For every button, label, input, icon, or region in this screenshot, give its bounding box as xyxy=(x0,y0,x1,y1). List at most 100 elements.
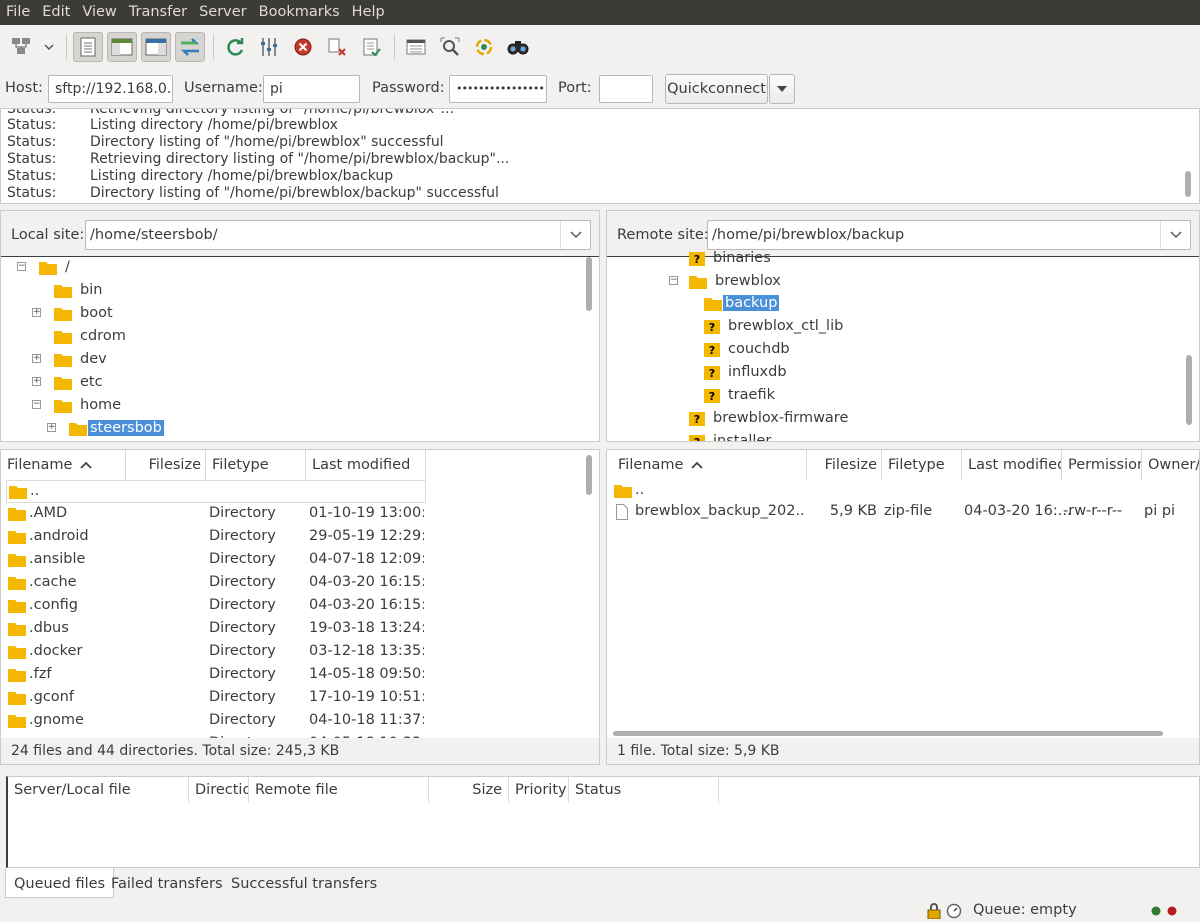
col-header-filename[interactable]: Filename xyxy=(612,450,807,480)
local-site-path[interactable]: /home/steersbob/ xyxy=(85,220,591,250)
local-tree-scrollbar[interactable] xyxy=(586,257,592,311)
reconnect-button[interactable] xyxy=(356,32,386,62)
tree-node-dev[interactable]: dev xyxy=(54,348,109,370)
process-queue-button[interactable] xyxy=(254,32,284,62)
menu-edit[interactable]: Edit xyxy=(36,0,76,25)
disconnect-button[interactable] xyxy=(322,32,352,62)
tree-expander[interactable]: − xyxy=(32,400,41,409)
col-header-size[interactable]: Size xyxy=(429,777,509,803)
port-input[interactable] xyxy=(599,75,653,103)
list-item[interactable]: .AMD Directory 01-10-19 13:00:... xyxy=(6,503,426,526)
col-header-filesize[interactable]: Filesize xyxy=(126,450,206,480)
col-header-filename[interactable]: Filename xyxy=(1,450,126,480)
menu-file[interactable]: File xyxy=(0,0,36,25)
site-manager-dropdown[interactable] xyxy=(40,32,58,62)
tab-successful-transfers[interactable]: Successful transfers xyxy=(223,868,385,898)
tree-node-binaries[interactable]: ? binaries xyxy=(689,247,773,269)
tree-node-backup[interactable]: backup xyxy=(704,292,780,314)
tree-node-brewblox-firmware[interactable]: ? brewblox-firmware xyxy=(689,407,850,429)
local-list-scrollbar[interactable] xyxy=(586,455,592,495)
compare-button[interactable] xyxy=(435,32,465,62)
chevron-down-icon[interactable] xyxy=(560,221,590,249)
tree-expander[interactable]: + xyxy=(32,308,41,317)
tree-expander[interactable]: + xyxy=(32,377,41,386)
col-header-last-modified[interactable]: Last modified xyxy=(962,450,1062,480)
host-input[interactable]: sftp://192.168.0. xyxy=(48,75,173,103)
col-header-server-local-file[interactable]: Server/Local file xyxy=(8,777,189,803)
menu-bookmarks[interactable]: Bookmarks xyxy=(253,0,346,25)
list-item[interactable]: .fzf Directory 14-05-18 09:50:... xyxy=(6,664,426,687)
col-header-filetype[interactable]: Filetype xyxy=(206,450,306,480)
menu-transfer[interactable]: Transfer xyxy=(123,0,193,25)
quickconnect-dropdown[interactable] xyxy=(769,74,795,104)
tree-node-etc[interactable]: etc xyxy=(54,371,105,393)
sync-browse-button[interactable] xyxy=(469,32,499,62)
toolbar-separator xyxy=(66,33,67,60)
folder-open-icon xyxy=(69,422,87,436)
col-header-owner[interactable]: Owner/ xyxy=(1142,450,1199,480)
list-item[interactable]: .docker Directory 03-12-18 13:35:... xyxy=(6,641,426,664)
quickconnect-bar: Host: sftp://192.168.0. Username: pi Pas… xyxy=(0,70,1200,108)
col-header-filesize[interactable]: Filesize xyxy=(807,450,882,480)
tree-node-traefik[interactable]: ? traefik xyxy=(704,384,777,406)
list-item[interactable]: .ansible Directory 04-07-18 12:09:... xyxy=(6,549,426,572)
tree-node-influxdb[interactable]: ? influxdb xyxy=(704,361,789,383)
tree-node-steersbob[interactable]: steersbob xyxy=(69,417,164,439)
col-header-remote-file[interactable]: Remote file xyxy=(249,777,429,803)
folder-icon xyxy=(614,485,632,498)
tree-expander[interactable]: + xyxy=(47,423,56,432)
col-header-filetype[interactable]: Filetype xyxy=(882,450,962,480)
list-item[interactable]: .config Directory 04-03-20 16:15:... xyxy=(6,595,426,618)
tree-node-boot[interactable]: boot xyxy=(54,302,115,324)
tree-node-cdrom[interactable]: cdrom xyxy=(54,325,128,347)
menu-server[interactable]: Server xyxy=(193,0,253,25)
toggle-remote-tree-button[interactable] xyxy=(141,31,171,62)
tree-expander[interactable]: − xyxy=(17,262,26,271)
menu-view[interactable]: View xyxy=(76,0,122,25)
list-item[interactable]: .gnome Directory 04-10-18 11:37:... xyxy=(6,710,426,733)
toggle-queue-button[interactable] xyxy=(175,31,205,62)
col-header-priority[interactable]: Priority xyxy=(509,777,569,803)
refresh-button[interactable] xyxy=(220,32,250,62)
tree-node-brewblox[interactable]: brewblox xyxy=(689,270,783,292)
log-scrollbar[interactable] xyxy=(1185,171,1191,197)
tree-node-home[interactable]: home xyxy=(54,394,123,416)
search-button[interactable] xyxy=(503,32,533,62)
tree-node-couchdb[interactable]: ? couchdb xyxy=(704,338,792,360)
tab-failed-transfers[interactable]: Failed transfers xyxy=(103,868,231,898)
tree-expander[interactable]: − xyxy=(669,276,678,285)
remote-list-hscrollbar[interactable] xyxy=(613,731,1163,736)
quickconnect-button[interactable]: Quickconnect xyxy=(665,74,768,104)
list-item[interactable]: .cache Directory 04-03-20 16:15:... xyxy=(6,572,426,595)
tree-node-root[interactable]: / xyxy=(39,256,72,278)
tree-node-installer[interactable]: ? installer xyxy=(689,430,773,441)
message-log[interactable]: Status: Retrieving directory listing of "… xyxy=(0,108,1200,204)
log-row: Status: Directory listing of "/home/pi/br… xyxy=(7,185,499,201)
list-item-parent[interactable]: .. xyxy=(6,480,426,503)
col-header-status[interactable]: Status xyxy=(569,777,719,803)
col-header-direction[interactable]: Directio xyxy=(189,777,249,803)
list-item[interactable]: .android Directory 29-05-19 12:29:... xyxy=(6,526,426,549)
remote-site-path[interactable]: /home/pi/brewblox/backup xyxy=(707,220,1191,250)
password-input[interactable]: •••••••••••••••• xyxy=(449,75,547,103)
list-item-parent[interactable]: .. xyxy=(612,480,1192,503)
menu-help[interactable]: Help xyxy=(346,0,391,25)
cancel-button[interactable] xyxy=(288,32,318,62)
transfer-queue[interactable]: Server/Local file Directio Remote file S… xyxy=(6,776,1200,868)
toggle-log-button[interactable] xyxy=(73,31,103,62)
tree-node-brewblox-ctl-lib[interactable]: ? brewblox_ctl_lib xyxy=(704,315,845,337)
col-header-permission[interactable]: Permission xyxy=(1062,450,1142,480)
tree-expander[interactable]: + xyxy=(32,354,41,363)
chevron-down-icon[interactable] xyxy=(1160,221,1190,249)
site-manager-button[interactable] xyxy=(6,32,36,62)
list-item[interactable]: brewblox_backup_202... 5,9 KB zip-file 0… xyxy=(612,501,1192,524)
list-item[interactable]: .gconf Directory 17-10-19 10:51:... xyxy=(6,687,426,710)
list-item[interactable]: .dbus Directory 19-03-18 13:24:... xyxy=(6,618,426,641)
username-input[interactable]: pi xyxy=(263,75,360,103)
tree-node-bin[interactable]: bin xyxy=(54,279,104,301)
col-header-last-modified[interactable]: Last modified xyxy=(306,450,426,480)
toggle-local-tree-button[interactable] xyxy=(107,31,137,62)
filter-button[interactable] xyxy=(401,32,431,62)
tab-queued-files[interactable]: Queued files xyxy=(5,868,115,898)
remote-tree-scrollbar[interactable] xyxy=(1186,355,1192,425)
